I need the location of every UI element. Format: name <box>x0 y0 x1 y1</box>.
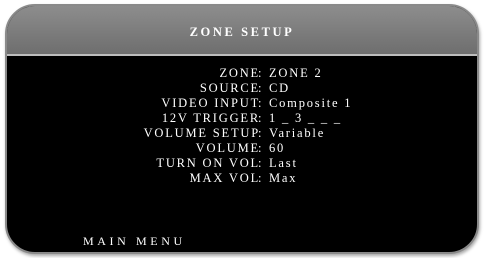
setting-row-video-input[interactable]: VIDEO INPUT : Composite 1 <box>7 96 477 111</box>
setting-value[interactable]: Max <box>269 171 297 186</box>
setting-separator: : <box>258 81 264 95</box>
setting-row-zone[interactable]: ZONE : ZONE 2 <box>7 66 477 81</box>
setting-separator: : <box>258 141 264 155</box>
setting-label: VOLUME SETUP <box>143 126 260 140</box>
main-menu-link[interactable]: MAIN MENU <box>83 234 186 249</box>
setting-value[interactable]: 60 <box>269 141 285 156</box>
setting-row-source[interactable]: SOURCE : CD <box>7 81 477 96</box>
setting-value[interactable]: CD <box>269 81 290 96</box>
setting-value[interactable]: 1 _ 3 _ _ _ <box>269 111 342 126</box>
setting-label: VOLUME <box>195 141 260 155</box>
setting-label: ZONE <box>219 66 260 80</box>
setting-label: VIDEO INPUT <box>161 96 260 110</box>
setting-row-volume[interactable]: VOLUME : 60 <box>7 141 477 156</box>
osd-screen: ZONE SETUP ZONE : ZONE 2 SOURCE : CD VID… <box>5 4 479 254</box>
setting-label: SOURCE <box>199 81 260 95</box>
setting-separator: : <box>258 156 264 170</box>
setting-value[interactable]: Composite 1 <box>269 96 352 111</box>
setting-label: MAX VOL <box>189 171 260 185</box>
setting-label: TURN ON VOL <box>156 156 260 170</box>
setting-separator: : <box>258 66 264 80</box>
header-bar: ZONE SETUP <box>7 6 477 56</box>
setting-label: 12V TRIGGER <box>161 111 260 125</box>
setting-row-volume-setup[interactable]: VOLUME SETUP : Variable <box>7 126 477 141</box>
setting-separator: : <box>258 96 264 110</box>
setting-value[interactable]: Last <box>269 156 298 171</box>
setting-value[interactable]: ZONE 2 <box>269 66 323 81</box>
setting-row-max-vol[interactable]: MAX VOL : Max <box>7 171 477 186</box>
setting-row-turn-on-vol[interactable]: TURN ON VOL : Last <box>7 156 477 171</box>
settings-list: ZONE : ZONE 2 SOURCE : CD VIDEO INPUT : … <box>7 66 477 186</box>
setting-row-12v-trigger[interactable]: 12V TRIGGER : 1 _ 3 _ _ _ <box>7 111 477 126</box>
setting-separator: : <box>258 126 264 140</box>
page-title: ZONE SETUP <box>189 25 295 39</box>
setting-separator: : <box>258 171 264 185</box>
setting-separator: : <box>258 111 264 125</box>
setting-value[interactable]: Variable <box>269 126 325 141</box>
